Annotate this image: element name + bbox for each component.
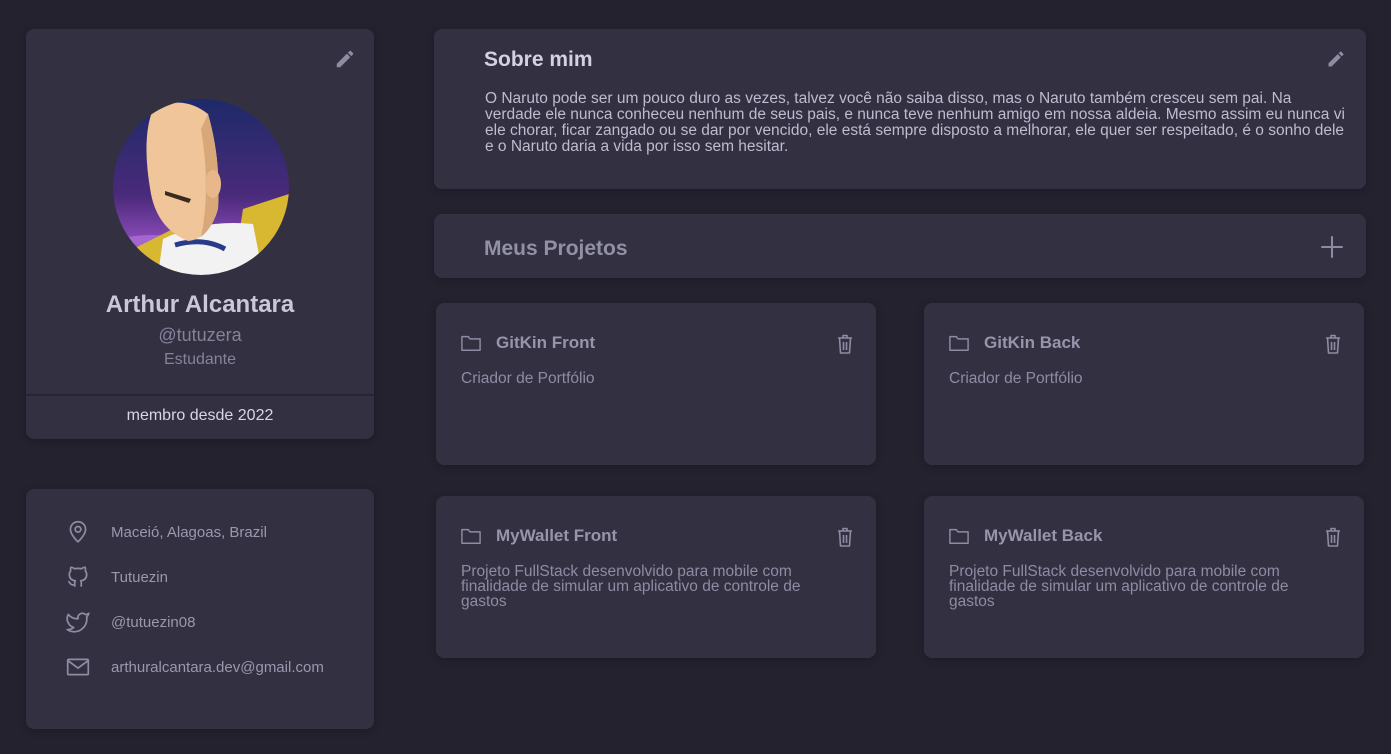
project-title: MyWallet Front <box>496 526 618 545</box>
contact-twitter-label: @tutuezin08 <box>111 613 196 631</box>
trash-icon[interactable] <box>1323 526 1343 548</box>
contact-twitter[interactable]: @tutuezin08 <box>64 608 195 636</box>
location-pin-icon <box>64 518 92 546</box>
project-card[interactable]: MyWallet Back Projeto FullStack desenvol… <box>924 496 1364 658</box>
contact-location-label: Maceió, Alagoas, Brazil <box>111 523 267 541</box>
contact-card: Maceió, Alagoas, Brazil Tutuezin @tutuez… <box>26 489 374 729</box>
avatar <box>113 99 289 275</box>
profile-card: Arthur Alcantara @tutuzera Estudante mem… <box>26 29 374 439</box>
member-since: membro desde 2022 <box>126 407 274 424</box>
project-card[interactable]: GitKin Back Criador de Portfólio <box>924 303 1364 465</box>
mail-icon <box>64 653 92 681</box>
project-description: Criador de Portfólio <box>949 370 1083 387</box>
contact-email-label: arthuralcantara.dev@gmail.com <box>111 658 324 676</box>
project-card[interactable]: MyWallet Front Projeto FullStack desenvo… <box>436 496 876 658</box>
contact-github-label: Tutuezin <box>111 568 168 586</box>
project-title: MyWallet Back <box>984 526 1103 545</box>
folder-icon <box>948 526 970 546</box>
folder-icon <box>460 333 482 353</box>
trash-icon[interactable] <box>1323 333 1343 355</box>
profile-role: Estudante <box>163 351 237 368</box>
folder-icon <box>948 333 970 353</box>
contact-location: Maceió, Alagoas, Brazil <box>64 518 267 546</box>
profile-name: Arthur Alcantara <box>105 291 295 318</box>
trash-icon[interactable] <box>835 526 855 548</box>
contact-email[interactable]: arthuralcantara.dev@gmail.com <box>64 653 324 681</box>
about-title: Sobre mim <box>484 48 593 71</box>
edit-profile-icon[interactable] <box>334 48 356 70</box>
divider <box>26 394 374 396</box>
folder-icon <box>460 526 482 546</box>
project-title: GitKin Front <box>496 333 596 352</box>
projects-header: Meus Projetos <box>434 214 1366 278</box>
about-card: Sobre mim O Naruto pode ser um pouco dur… <box>434 29 1366 189</box>
project-card[interactable]: GitKin Front Criador de Portfólio <box>436 303 876 465</box>
edit-about-icon[interactable] <box>1326 49 1348 71</box>
trash-icon[interactable] <box>835 333 855 355</box>
contact-github[interactable]: Tutuezin <box>64 563 168 591</box>
twitter-icon <box>64 608 92 636</box>
project-description: Projeto FullStack desenvolvido para mobi… <box>949 563 1289 610</box>
project-description: Projeto FullStack desenvolvido para mobi… <box>461 563 801 610</box>
project-title: GitKin Back <box>984 333 1081 352</box>
github-icon <box>64 563 92 591</box>
project-description: Criador de Portfólio <box>461 370 595 387</box>
profile-handle: @tutuzera <box>158 325 242 345</box>
projects-title: Meus Projetos <box>484 237 628 260</box>
add-project-icon[interactable] <box>1320 235 1344 259</box>
about-text: O Naruto pode ser um pouco duro as vezes… <box>485 90 1345 155</box>
